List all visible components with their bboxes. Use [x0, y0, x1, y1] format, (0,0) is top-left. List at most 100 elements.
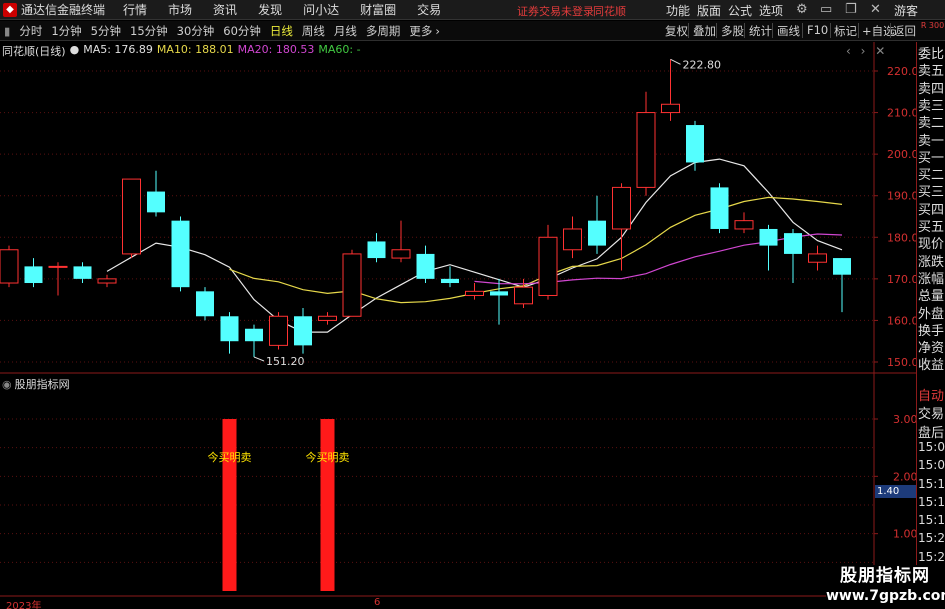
low-pointer — [253, 356, 265, 362]
candle-down — [710, 187, 729, 229]
candle-down — [73, 266, 92, 279]
high-price-label: 222.80 — [683, 58, 722, 71]
candle-up — [391, 249, 411, 259]
sidebar-trade-time: 15:29 — [918, 549, 945, 564]
candle-up — [636, 112, 656, 188]
candle-up — [612, 186, 631, 230]
indicator-legend: ◉ 股朋指标网 — [2, 376, 70, 392]
candle-down — [367, 241, 386, 259]
high-pointer — [670, 58, 681, 65]
sidebar-trade-time: 15:11 — [918, 476, 945, 491]
ma5-line — [106, 158, 843, 333]
sidebar-top-label: R 300 — [920, 21, 945, 30]
candle-up — [0, 249, 19, 284]
sidebar-quote-field: 涨幅 — [918, 271, 945, 287]
sidebar-quote-field: 委比 — [918, 47, 945, 62]
y-tick-label: 220.0 — [887, 65, 919, 78]
candle-down — [441, 278, 459, 284]
candle-up — [661, 103, 680, 114]
indicator-panel: 今买明卖 今买明卖 — [208, 419, 350, 591]
signal-bar — [320, 419, 335, 591]
date-label-year: 2023年 — [6, 601, 42, 609]
indicator-tick-label: 2.00 — [893, 470, 918, 483]
sidebar-tab[interactable]: 自动 — [918, 385, 945, 404]
candle-up — [342, 253, 362, 317]
sidebar-quote-field: 卖四 — [918, 81, 945, 97]
candle-down — [490, 291, 508, 296]
y-tick-label: 210.0 — [887, 107, 919, 120]
sidebar-quote-field: 买三 — [918, 185, 945, 201]
watermark: 股朋指标网 www.7gpzb.com — [826, 565, 945, 609]
indicator-name[interactable]: 股朋指标网 — [15, 378, 70, 391]
candle-down — [686, 125, 704, 163]
candle-down — [24, 266, 43, 284]
sidebar-quote-field: 买五 — [918, 220, 945, 235]
candle-up — [122, 178, 141, 255]
sidebar-trade-time: 15:09 — [918, 458, 945, 473]
ma10-line — [229, 196, 843, 304]
candle-up — [48, 265, 68, 268]
sidebar-trade-time: 15:05 — [918, 439, 945, 454]
candle-down — [833, 258, 851, 275]
sidebar-quote-field: 净资 — [918, 341, 945, 357]
moving-average-lines — [106, 158, 843, 333]
sidebar-quote-field: 买四 — [918, 202, 945, 218]
y-tick-label: 190.0 — [887, 190, 919, 203]
indicator-current-value: 1.40 — [875, 485, 917, 498]
candle-down — [220, 316, 239, 342]
candle-down — [171, 220, 190, 288]
sidebar-quote-field: 涨跌 — [918, 254, 945, 270]
candle-up — [465, 290, 484, 296]
sidebar-quote-field: 卖二 — [918, 116, 945, 132]
date-label-month: 6 — [374, 597, 381, 608]
sidebar-quote-field: 收益 — [918, 358, 945, 374]
sidebar-quote-field: 卖一 — [918, 133, 945, 149]
candle-up — [563, 228, 582, 251]
chart-gridlines — [0, 42, 916, 609]
y-tick-label: 180.0 — [887, 231, 919, 244]
sidebar-tab[interactable]: 盘后 — [918, 422, 945, 441]
indicator-tick-label: 3.00 — [893, 413, 918, 426]
sidebar-trade-time: 15:25 — [918, 531, 945, 546]
sidebar-trade-time: 15:14 — [918, 513, 945, 528]
sidebar-quote-field: 买二 — [918, 168, 945, 184]
y-tick-label: 160.0 — [887, 314, 919, 327]
candle-up — [734, 220, 754, 230]
watermark-main: 股朋指标网 — [840, 566, 930, 586]
candle-down — [294, 316, 312, 346]
price-annotations: 222.80 151.20 — [253, 58, 722, 368]
low-price-label: 151.20 — [266, 355, 305, 368]
indicator-tick-label: 1.00 — [893, 528, 918, 541]
candle-up — [514, 286, 533, 305]
candle-up — [318, 315, 337, 321]
y-tick-label: 200.0 — [887, 148, 919, 161]
y-tick-label: 170.0 — [887, 273, 919, 286]
candle-up — [808, 253, 827, 263]
signal-label: 今买明卖 — [208, 450, 252, 464]
quote-sidebar: 委比 卖五 卖四 卖三 卖二 卖一 买一 买二 买三 买四 买五 现价 涨跌 涨幅 总量 外盘 换手 净资 收益 自动… — [916, 42, 945, 609]
candle-down — [147, 191, 165, 213]
candle-down — [588, 220, 606, 246]
sidebar-quote-field: 外盘 — [918, 306, 945, 322]
kline-chart[interactable]: 222.80 151.20 220.0 210.0 200.0 190.0 180.0 17… — [0, 0, 945, 609]
candle-down — [196, 291, 214, 317]
sidebar-quote-field: 总量 — [918, 289, 945, 305]
sidebar-quote-field: 买一 — [918, 150, 945, 166]
indicator-toggle-icon[interactable]: ◉ — [2, 378, 12, 391]
signal-label: 今买明卖 — [306, 450, 350, 464]
sidebar-quote-field: 卖三 — [918, 98, 945, 114]
candle-down — [784, 233, 802, 254]
sidebar-trade-time: 15:12 — [918, 494, 945, 509]
candle-up — [97, 278, 117, 284]
candle-down — [759, 228, 778, 246]
candle-down — [245, 328, 263, 342]
candle-up — [538, 236, 558, 296]
sidebar-tab[interactable]: 交易 — [918, 403, 945, 422]
candlesticks — [0, 59, 851, 358]
signal-bar — [222, 419, 237, 591]
candle-down — [416, 253, 435, 279]
y-tick-label: 150.0 — [887, 356, 919, 369]
sidebar-quote-field: 卖五 — [918, 64, 945, 80]
sidebar-quote-field: 换手 — [918, 323, 945, 339]
candle-up — [269, 315, 288, 346]
